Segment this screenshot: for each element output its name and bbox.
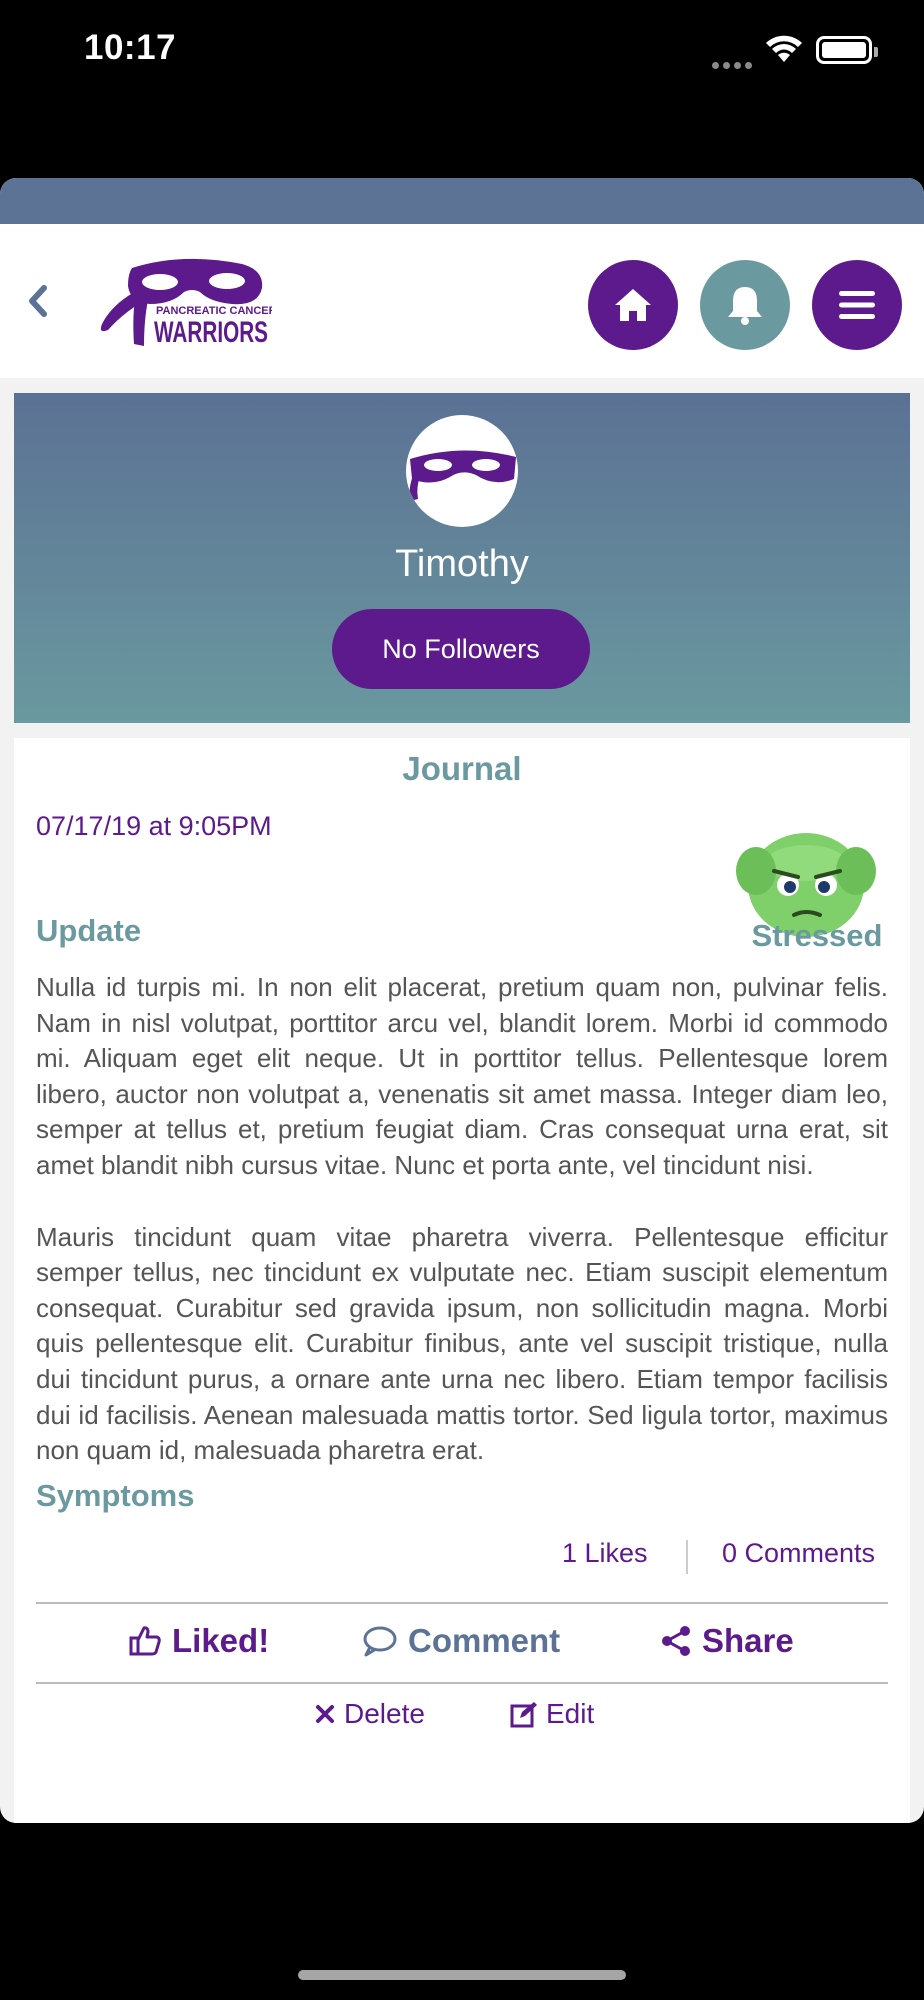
comments-count-link[interactable]: 0 Comments: [722, 1538, 875, 1569]
delete-label: Delete: [344, 1698, 425, 1729]
symptoms-heading: Symptoms: [36, 1478, 195, 1513]
home-button[interactable]: [588, 260, 678, 350]
battery-icon: [816, 36, 878, 64]
avatar[interactable]: [406, 415, 518, 527]
edit-pencil-icon: [510, 1702, 537, 1728]
menu-button[interactable]: [812, 260, 902, 350]
profile-header: Timothy No Followers: [14, 393, 910, 723]
journal-body: Nulla id turpis mi. In non elit placerat…: [36, 970, 888, 1469]
entry-date: 07/17/19 at 9:05PM: [36, 811, 272, 841]
divider: [686, 1540, 688, 1574]
divider: [36, 1682, 888, 1684]
journal-title: Journal: [402, 750, 522, 787]
share-icon: [662, 1626, 690, 1656]
share-label: Share: [702, 1622, 794, 1659]
comment-button[interactable]: Comment: [362, 1622, 560, 1660]
like-button[interactable]: Liked!: [128, 1622, 269, 1660]
thumbs-up-icon: [129, 1626, 161, 1656]
edit-label: Edit: [546, 1698, 595, 1729]
mask-avatar-icon: [409, 450, 516, 501]
edit-button[interactable]: Edit: [510, 1698, 594, 1730]
comment-bubble-icon: [363, 1626, 397, 1657]
status-bar: 10:17: [0, 0, 924, 100]
journal-card: Journal 07/17/19 at 9:05PM Stressed Upda…: [14, 738, 910, 1823]
navbar: PANCREATIC CANCER WARRIORS: [0, 224, 924, 378]
back-chevron-icon[interactable]: [20, 276, 54, 326]
logo-text-bottom: WARRIORS: [154, 316, 268, 349]
home-indicator[interactable]: [298, 1970, 626, 1980]
likes-count-link[interactable]: 1 Likes: [562, 1538, 648, 1569]
like-label: Liked!: [172, 1622, 270, 1659]
cellular-signal-icon: [712, 56, 756, 69]
followers-button[interactable]: No Followers: [332, 609, 590, 689]
app-screen: PANCREATIC CANCER WARRIORS Timothy No Fo…: [0, 178, 924, 1823]
profile-name: Timothy: [395, 543, 529, 585]
share-button[interactable]: Share: [660, 1622, 794, 1660]
delete-button[interactable]: Delete: [314, 1698, 425, 1730]
comment-label: Comment: [408, 1622, 561, 1659]
wifi-icon: [766, 35, 802, 62]
bell-icon: [728, 287, 762, 325]
journal-paragraph: Mauris tincidunt quam vitae pharetra viv…: [36, 1221, 888, 1466]
mood-label: Stressed: [751, 918, 883, 953]
hamburger-menu-icon: [839, 291, 875, 319]
header-strip: [0, 178, 924, 224]
close-icon: [316, 1705, 334, 1723]
home-icon: [615, 289, 651, 321]
journal-paragraph: Nulla id turpis mi. In non elit placerat…: [36, 972, 888, 1180]
divider: [36, 1602, 888, 1604]
notifications-button[interactable]: [700, 260, 790, 350]
status-time: 10:17: [84, 28, 177, 67]
update-heading: Update: [36, 913, 142, 948]
pancreatic-cancer-warriors-logo[interactable]: PANCREATIC CANCER WARRIORS: [92, 254, 272, 350]
